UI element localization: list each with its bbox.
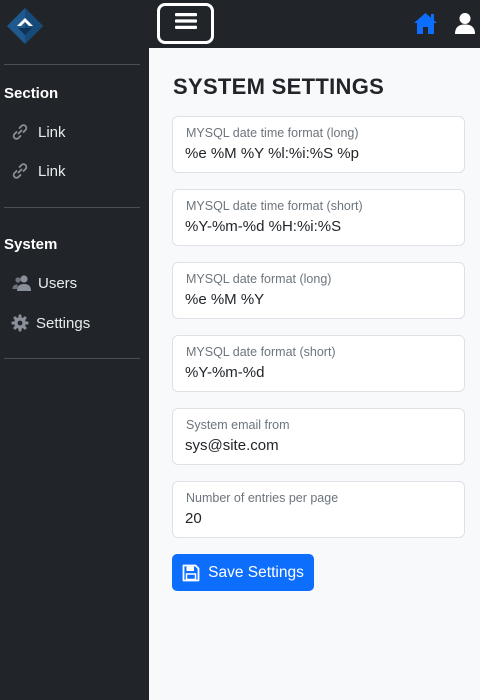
datetime-long-input[interactable] — [185, 145, 455, 162]
sidebar-item-label: Settings — [36, 314, 91, 332]
sidebar-item-link-2[interactable]: Link — [0, 155, 149, 187]
sidebar-divider — [4, 207, 140, 208]
field-label: MYSQL date time format (long) — [186, 126, 359, 140]
date-short-input[interactable] — [185, 364, 455, 381]
field-entries-per-page[interactable]: Number of entries per page — [172, 481, 465, 538]
hamburger-icon — [174, 13, 197, 34]
users-icon — [12, 273, 32, 293]
entries-per-page-input[interactable] — [185, 510, 455, 527]
field-datetime-short[interactable]: MYSQL date time format (short) — [172, 189, 465, 246]
save-settings-label: Save Settings — [208, 563, 304, 581]
system-email-input[interactable] — [185, 437, 455, 454]
gear-icon — [10, 313, 30, 333]
sidebar-heading-section: Section — [4, 85, 59, 102]
sidebar-heading-system: System — [4, 236, 58, 253]
field-label: System email from — [186, 418, 290, 432]
diamond-logo-icon[interactable] — [5, 6, 45, 46]
field-label: MYSQL date format (short) — [186, 345, 336, 359]
sidebar-item-label: Link — [38, 123, 66, 141]
sidebar-divider — [4, 64, 140, 65]
datetime-short-input[interactable] — [185, 218, 455, 235]
menu-toggle-button[interactable] — [157, 3, 214, 44]
field-date-short[interactable]: MYSQL date format (short) — [172, 335, 465, 392]
link-icon — [10, 122, 30, 142]
home-icon[interactable] — [413, 12, 438, 35]
field-datetime-long[interactable]: MYSQL date time format (long) — [172, 116, 465, 173]
sidebar-item-link-1[interactable]: Link — [0, 116, 149, 148]
date-long-input[interactable] — [185, 291, 455, 308]
field-label: MYSQL date time format (short) — [186, 199, 363, 213]
sidebar-item-label: Users — [38, 274, 78, 292]
user-icon[interactable] — [454, 12, 476, 35]
sidebar-item-label: Link — [38, 162, 66, 180]
link-icon — [10, 161, 30, 181]
field-system-email[interactable]: System email from — [172, 408, 465, 465]
top-navbar — [0, 0, 480, 48]
save-settings-button[interactable]: Save Settings — [172, 554, 314, 591]
page-title: SYSTEM SETTINGS — [173, 74, 385, 99]
field-label: Number of entries per page — [186, 491, 339, 505]
sidebar-item-users[interactable]: Users — [0, 267, 149, 299]
floppy-disk-icon — [182, 564, 200, 582]
field-date-long[interactable]: MYSQL date format (long) — [172, 262, 465, 319]
field-label: MYSQL date format (long) — [186, 272, 332, 286]
sidebar-divider — [4, 358, 140, 359]
sidebar-item-settings[interactable]: Settings — [0, 307, 149, 339]
